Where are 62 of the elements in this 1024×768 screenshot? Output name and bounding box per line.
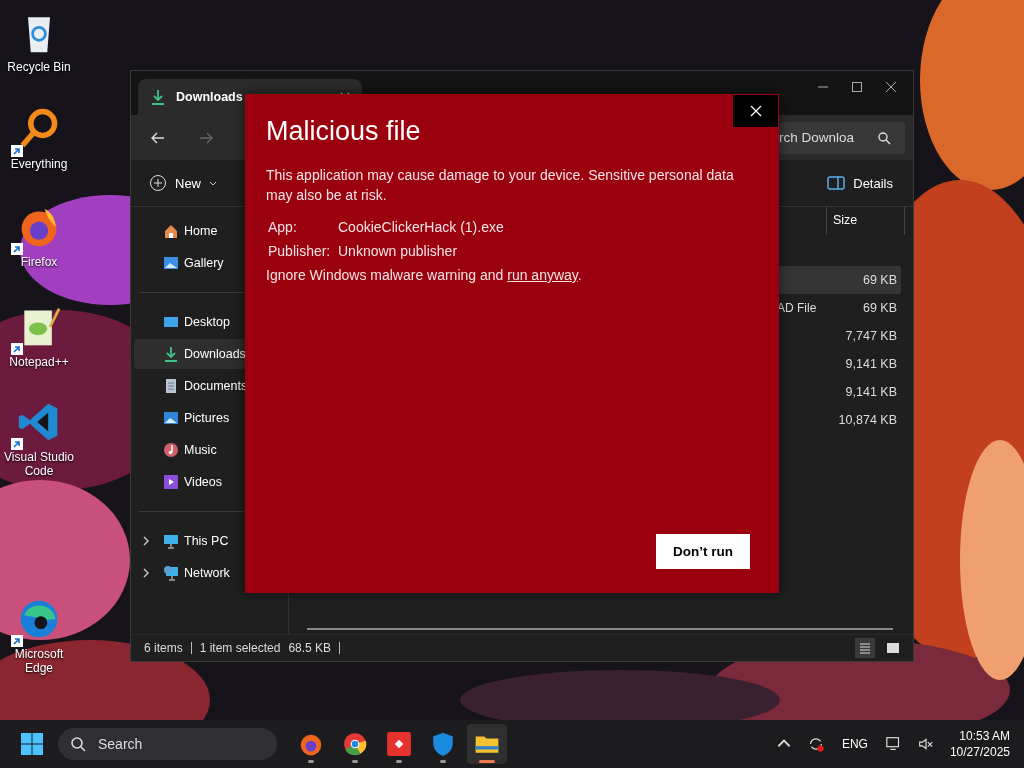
start-icon[interactable] <box>20 732 44 756</box>
field-value: Unknown publisher <box>338 242 459 261</box>
table-cell-text: 69 KB <box>861 301 898 315</box>
new-button[interactable]: New <box>143 170 223 196</box>
shield-icon <box>430 731 456 757</box>
search-field[interactable]: rch Downloa <box>779 121 905 154</box>
table-cell-text: 69 KB <box>861 273 898 287</box>
computer-icon <box>163 533 179 549</box>
status-text: 68.5 KB <box>288 641 332 655</box>
details-view-icon[interactable] <box>855 638 875 658</box>
house-icon <box>163 223 179 239</box>
run-anyway-link[interactable]: run anyway <box>507 267 578 283</box>
search-icon <box>877 130 891 145</box>
document-icon <box>163 378 179 394</box>
dialog-title: Malicious file <box>266 116 422 147</box>
warning-message: This application may cause damage to your device. Sensitive personal data may also be at risk. <box>266 166 735 205</box>
close-icon[interactable] <box>885 81 897 93</box>
search-icon <box>70 736 86 752</box>
field-value: CookieClickerHack (1).exe <box>338 218 505 237</box>
desktop-icon <box>163 314 179 330</box>
plus-circle-icon <box>149 174 167 192</box>
status-text: 1 item selected <box>199 641 281 655</box>
desktop-icon-label[interactable]: Visual Studio Code <box>0 450 78 478</box>
chrome-icon <box>342 731 368 757</box>
download-icon <box>150 89 166 105</box>
column-header[interactable]: Size <box>826 207 905 235</box>
download-icon <box>163 346 179 362</box>
muted-speaker-icon[interactable] <box>916 735 935 753</box>
image-icon <box>163 255 179 271</box>
desktop-icon-label[interactable]: Firefox <box>20 255 58 269</box>
remote-desktop-icon <box>386 731 412 757</box>
caret-icon <box>209 179 217 187</box>
table-cell-text: 10,874 KB <box>837 413 898 427</box>
language-indicator[interactable]: ENG <box>841 737 868 751</box>
close-button[interactable] <box>733 95 778 127</box>
dont-run-button[interactable]: Don’t run <box>656 534 750 569</box>
table-cell-text: 9,141 KB <box>844 357 898 371</box>
field-label: App: <box>268 218 298 237</box>
search-field[interactable]: Search <box>58 728 277 760</box>
film-icon <box>163 474 179 490</box>
table-cell-text: 7,747 KB <box>844 329 898 343</box>
details-pane-icon <box>827 174 846 192</box>
bypass-text: Ignore Windows malware warning and run anyway. <box>266 266 583 285</box>
expand-chevron-icon[interactable] <box>142 568 150 578</box>
desktop-icon-label[interactable]: Notepad++ <box>9 355 69 369</box>
close-icon <box>749 105 762 117</box>
maximize-icon[interactable] <box>851 81 863 93</box>
desktop-icon-label[interactable]: Microsoft Edge <box>0 647 78 675</box>
desktop-icon-label[interactable]: Everything <box>10 157 68 171</box>
music-note-icon <box>163 442 179 458</box>
image-icon <box>163 410 179 426</box>
network-icon <box>163 565 179 581</box>
details-button[interactable]: Details <box>821 170 899 196</box>
clock-time[interactable]: 10:53 AM <box>959 728 1010 744</box>
clock-date[interactable]: 10/27/2025 <box>949 744 1010 760</box>
expand-chevron-icon[interactable] <box>142 536 150 546</box>
scrollbar[interactable] <box>307 628 893 630</box>
field-label: Publisher: <box>268 242 332 261</box>
taskbar-app[interactable] <box>467 724 507 764</box>
status-text: 6 items <box>144 641 183 655</box>
desktop-icon-label[interactable]: Recycle Bin <box>7 60 71 74</box>
table-cell-text: 9,141 KB <box>844 385 898 399</box>
